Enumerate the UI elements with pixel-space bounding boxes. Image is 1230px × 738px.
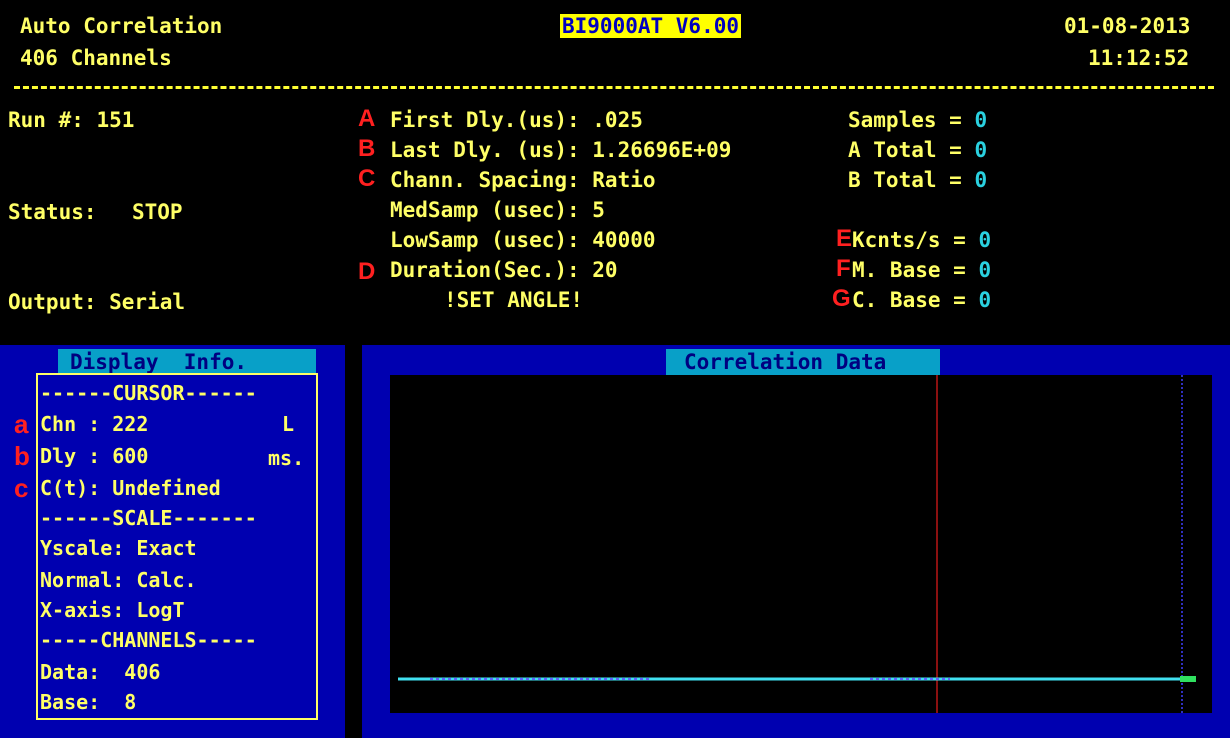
header-divider bbox=[14, 86, 1214, 89]
scale-separator: ------SCALE------- bbox=[40, 506, 257, 530]
last-delay: Last Dly. (us): 1.26696E+09 bbox=[390, 138, 732, 162]
status-value: STOP bbox=[132, 200, 183, 224]
cursor-delay: Dly : 600 bbox=[40, 444, 149, 468]
marker-b: B bbox=[358, 135, 376, 162]
a-total-value: 0 bbox=[974, 138, 988, 162]
correlation-plot[interactable] bbox=[390, 375, 1212, 713]
normal-setting: Normal: Calc. bbox=[40, 568, 197, 592]
baseline-end-marker bbox=[1180, 676, 1196, 682]
marker-g: G bbox=[832, 285, 851, 312]
output-readout: Output: Serial bbox=[8, 290, 186, 314]
kcnts-row: Kcnts/s = 0 bbox=[852, 228, 991, 252]
c-base-label: C. Base = bbox=[852, 288, 979, 312]
m-base-row: M. Base = 0 bbox=[852, 258, 991, 282]
samples-value: 0 bbox=[974, 108, 988, 132]
xaxis-setting: X-axis: LogT bbox=[40, 598, 185, 622]
time-readout: 11:12:52 bbox=[1088, 46, 1190, 70]
cursor-channel-flag: L bbox=[282, 412, 295, 436]
kcnts-label: Kcnts/s = bbox=[852, 228, 979, 252]
set-angle-warning: !SET ANGLE! bbox=[444, 288, 584, 312]
channel-count: 406 Channels bbox=[20, 46, 172, 70]
correlation-title: Correlation Data bbox=[684, 350, 887, 374]
m-base-value: 0 bbox=[978, 258, 992, 282]
c-base-row: C. Base = 0 bbox=[852, 288, 991, 312]
med-samp: MedSamp (usec): 5 bbox=[390, 198, 605, 222]
a-total-row: A Total = 0 bbox=[848, 138, 987, 162]
date-readout: 01-08-2013 bbox=[1064, 14, 1191, 38]
low-samp: LowSamp (usec): 40000 bbox=[390, 228, 656, 252]
yscale-setting: Yscale: Exact bbox=[40, 536, 197, 560]
base-channels: Base: 8 bbox=[40, 690, 137, 714]
data-channels: Data: 406 bbox=[40, 660, 161, 684]
marker-f: F bbox=[836, 255, 851, 282]
kcnts-value: 0 bbox=[978, 228, 992, 252]
cursor-channel: Chn : 222 bbox=[40, 412, 149, 436]
run-number: Run #: 151 bbox=[8, 108, 135, 132]
channels-separator: -----CHANNELS----- bbox=[40, 628, 257, 652]
c-base-value: 0 bbox=[978, 288, 992, 312]
marker-c-lower: c bbox=[14, 473, 29, 503]
b-total-value: 0 bbox=[974, 168, 988, 192]
b-total-label: B Total = bbox=[848, 168, 975, 192]
marker-a-lower: a bbox=[14, 409, 29, 439]
duration: Duration(Sec.): 20 bbox=[390, 258, 618, 282]
a-total-label: A Total = bbox=[848, 138, 975, 162]
display-info-title: Display Info. bbox=[70, 350, 248, 374]
samples-row: Samples = 0 bbox=[848, 108, 987, 132]
version-label: BI9000AT V6.00 bbox=[560, 14, 742, 38]
marker-c: C bbox=[358, 165, 376, 192]
channel-spacing: Chann. Spacing: Ratio bbox=[390, 168, 656, 192]
first-delay: First Dly.(us): .025 bbox=[390, 108, 643, 132]
status-label: Status: bbox=[8, 200, 97, 224]
samples-label: Samples = bbox=[848, 108, 975, 132]
correlation-plot-canvas bbox=[398, 375, 1196, 713]
cursor-separator: ------CURSOR------ bbox=[40, 381, 257, 405]
mode-title: Auto Correlation bbox=[20, 14, 223, 38]
marker-a: A bbox=[358, 105, 376, 132]
b-total-row: B Total = 0 bbox=[848, 168, 987, 192]
marker-e: E bbox=[836, 225, 853, 252]
marker-b-lower: b bbox=[14, 441, 30, 471]
cursor-delay-unit: ms. bbox=[268, 446, 305, 470]
cursor-correlation: C(t): Undefined bbox=[40, 476, 221, 500]
marker-d: D bbox=[358, 258, 376, 285]
m-base-label: M. Base = bbox=[852, 258, 979, 282]
